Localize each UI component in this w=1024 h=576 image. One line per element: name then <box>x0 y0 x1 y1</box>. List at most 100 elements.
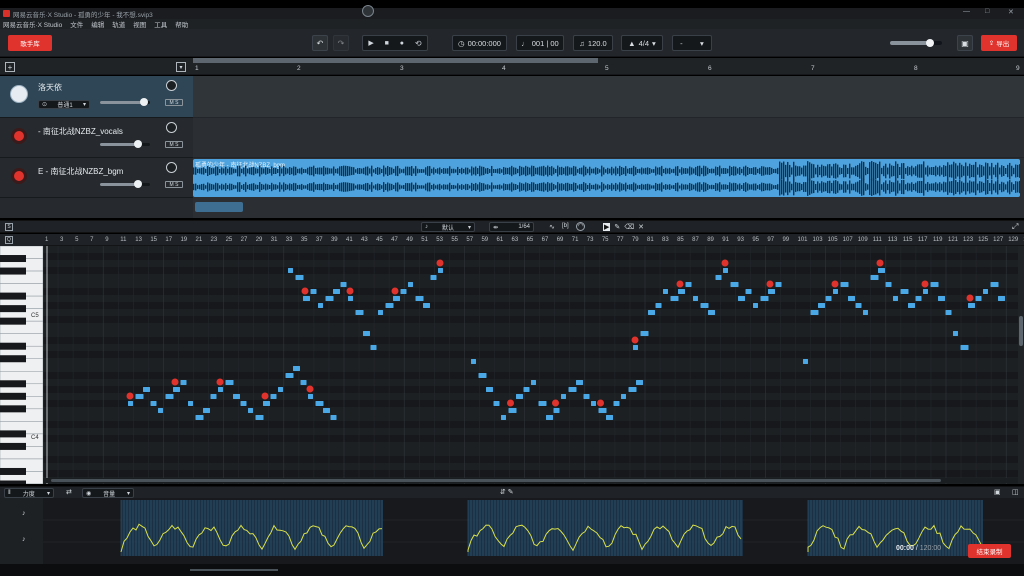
note[interactable] <box>998 296 1005 301</box>
note[interactable] <box>303 296 310 301</box>
note[interactable] <box>493 401 500 406</box>
menu-track[interactable]: 轨道 <box>112 19 125 29</box>
note[interactable] <box>293 366 300 371</box>
vibrato-marker[interactable] <box>507 399 514 407</box>
vibrato-marker[interactable] <box>216 378 224 386</box>
note[interactable] <box>700 303 709 308</box>
note[interactable] <box>960 345 969 350</box>
note[interactable] <box>195 415 204 420</box>
measure-display[interactable]: ♩ 001 | 00 <box>516 35 564 51</box>
note[interactable] <box>318 303 323 308</box>
note[interactable] <box>355 310 364 315</box>
note[interactable] <box>486 387 493 392</box>
track-row-bgm[interactable]: E - 南征北战NZBZ_bgm M S <box>0 158 193 198</box>
note[interactable] <box>655 303 662 308</box>
note[interactable] <box>203 408 210 413</box>
note[interactable] <box>893 296 898 301</box>
note[interactable] <box>143 387 150 392</box>
note[interactable] <box>165 394 174 399</box>
note[interactable] <box>983 289 988 294</box>
arrange-scrollbar[interactable] <box>195 202 243 212</box>
note[interactable] <box>915 296 922 301</box>
note[interactable] <box>753 303 758 308</box>
loop-range[interactable] <box>193 58 598 63</box>
note[interactable] <box>598 408 607 413</box>
note[interactable] <box>693 296 698 301</box>
roll-ruler[interactable]: 1 3 5 7 9 11 13 15 17 19 21 23 25 27 29 31 33 35 37 39 41 43 4… <box>43 234 1024 246</box>
roll-q-button[interactable]: Q <box>5 236 13 244</box>
note[interactable] <box>340 282 347 287</box>
note[interactable] <box>516 394 523 399</box>
note[interactable] <box>738 296 745 301</box>
roll-vscrollbar[interactable] <box>1018 246 1024 484</box>
menu-app[interactable]: 网易云音乐·X Studio <box>3 19 62 29</box>
note[interactable] <box>818 303 825 308</box>
note[interactable] <box>323 408 330 413</box>
piano-keys[interactable] <box>0 246 43 484</box>
parameter-lane[interactable]: ♪ ♪ 00:00 / 120:00 结束录制 <box>0 498 1024 564</box>
note[interactable] <box>158 408 163 413</box>
note[interactable] <box>885 282 892 287</box>
note[interactable] <box>180 380 187 385</box>
note[interactable] <box>930 282 939 287</box>
note[interactable] <box>663 289 668 294</box>
note[interactable] <box>248 408 253 413</box>
note[interactable] <box>295 275 304 280</box>
track-row-singer[interactable]: 洛天依 ⊙ 普通1 ▾ M S <box>0 76 193 118</box>
note[interactable] <box>188 401 193 406</box>
singer-mode-select[interactable]: ⊙ 普通1 ▾ <box>38 100 90 109</box>
note[interactable] <box>315 401 324 406</box>
vibrato-marker[interactable] <box>346 287 354 295</box>
note[interactable] <box>708 310 715 315</box>
note[interactable] <box>840 282 849 287</box>
vibrato-marker[interactable] <box>766 280 774 288</box>
add-track-button[interactable]: + <box>5 62 15 72</box>
quantize-select[interactable]: ⇹ 1/64 <box>489 222 534 232</box>
note[interactable] <box>633 345 638 350</box>
vibrato-marker[interactable] <box>597 399 604 407</box>
note[interactable] <box>715 275 722 280</box>
minimize-button[interactable]: — <box>963 8 970 15</box>
vibrato-marker[interactable] <box>171 378 179 386</box>
maximize-button[interactable]: □ <box>985 8 989 15</box>
note[interactable] <box>900 289 909 294</box>
note[interactable] <box>270 394 277 399</box>
singer-lane[interactable] <box>193 76 1024 118</box>
note[interactable] <box>415 296 424 301</box>
vibrato-marker[interactable] <box>721 259 729 267</box>
note[interactable] <box>173 387 180 392</box>
pitch-curve[interactable] <box>43 498 1024 564</box>
editor-s-button[interactable]: S <box>5 223 13 231</box>
note[interactable] <box>308 394 313 399</box>
arrange-ruler[interactable]: 1 2 3 4 5 6 7 8 9 <box>193 58 1024 75</box>
note[interactable] <box>471 359 476 364</box>
note[interactable] <box>923 289 928 294</box>
note[interactable] <box>423 303 430 308</box>
note[interactable] <box>210 394 217 399</box>
redo-button[interactable]: ↷ <box>333 35 349 51</box>
loop-icon[interactable]: ⟲ <box>415 39 422 48</box>
note[interactable] <box>775 282 782 287</box>
note[interactable] <box>225 380 234 385</box>
menu-tools[interactable]: 工具 <box>154 19 167 29</box>
vocals-lane[interactable] <box>193 118 1024 158</box>
note[interactable] <box>648 310 655 315</box>
select-tool-icon[interactable]: ▶ <box>603 223 611 231</box>
param-tools[interactable]: ⇵ ✎ <box>500 488 514 496</box>
note[interactable] <box>553 408 560 413</box>
note[interactable] <box>501 415 506 420</box>
note[interactable] <box>538 401 547 406</box>
note-grid[interactable] <box>43 246 1018 484</box>
note[interactable] <box>531 380 536 385</box>
vibrato-marker[interactable] <box>876 259 884 267</box>
note[interactable] <box>583 394 590 399</box>
vibrato-marker[interactable] <box>391 287 399 295</box>
volume-slider[interactable] <box>100 140 150 148</box>
volume-slider[interactable] <box>100 98 150 106</box>
roll-hscrollbar[interactable] <box>43 478 1018 483</box>
vibrato-marker[interactable] <box>966 294 974 302</box>
note[interactable] <box>730 282 739 287</box>
vibrato-marker[interactable] <box>126 392 134 400</box>
note[interactable] <box>325 296 334 301</box>
note[interactable] <box>363 331 370 336</box>
